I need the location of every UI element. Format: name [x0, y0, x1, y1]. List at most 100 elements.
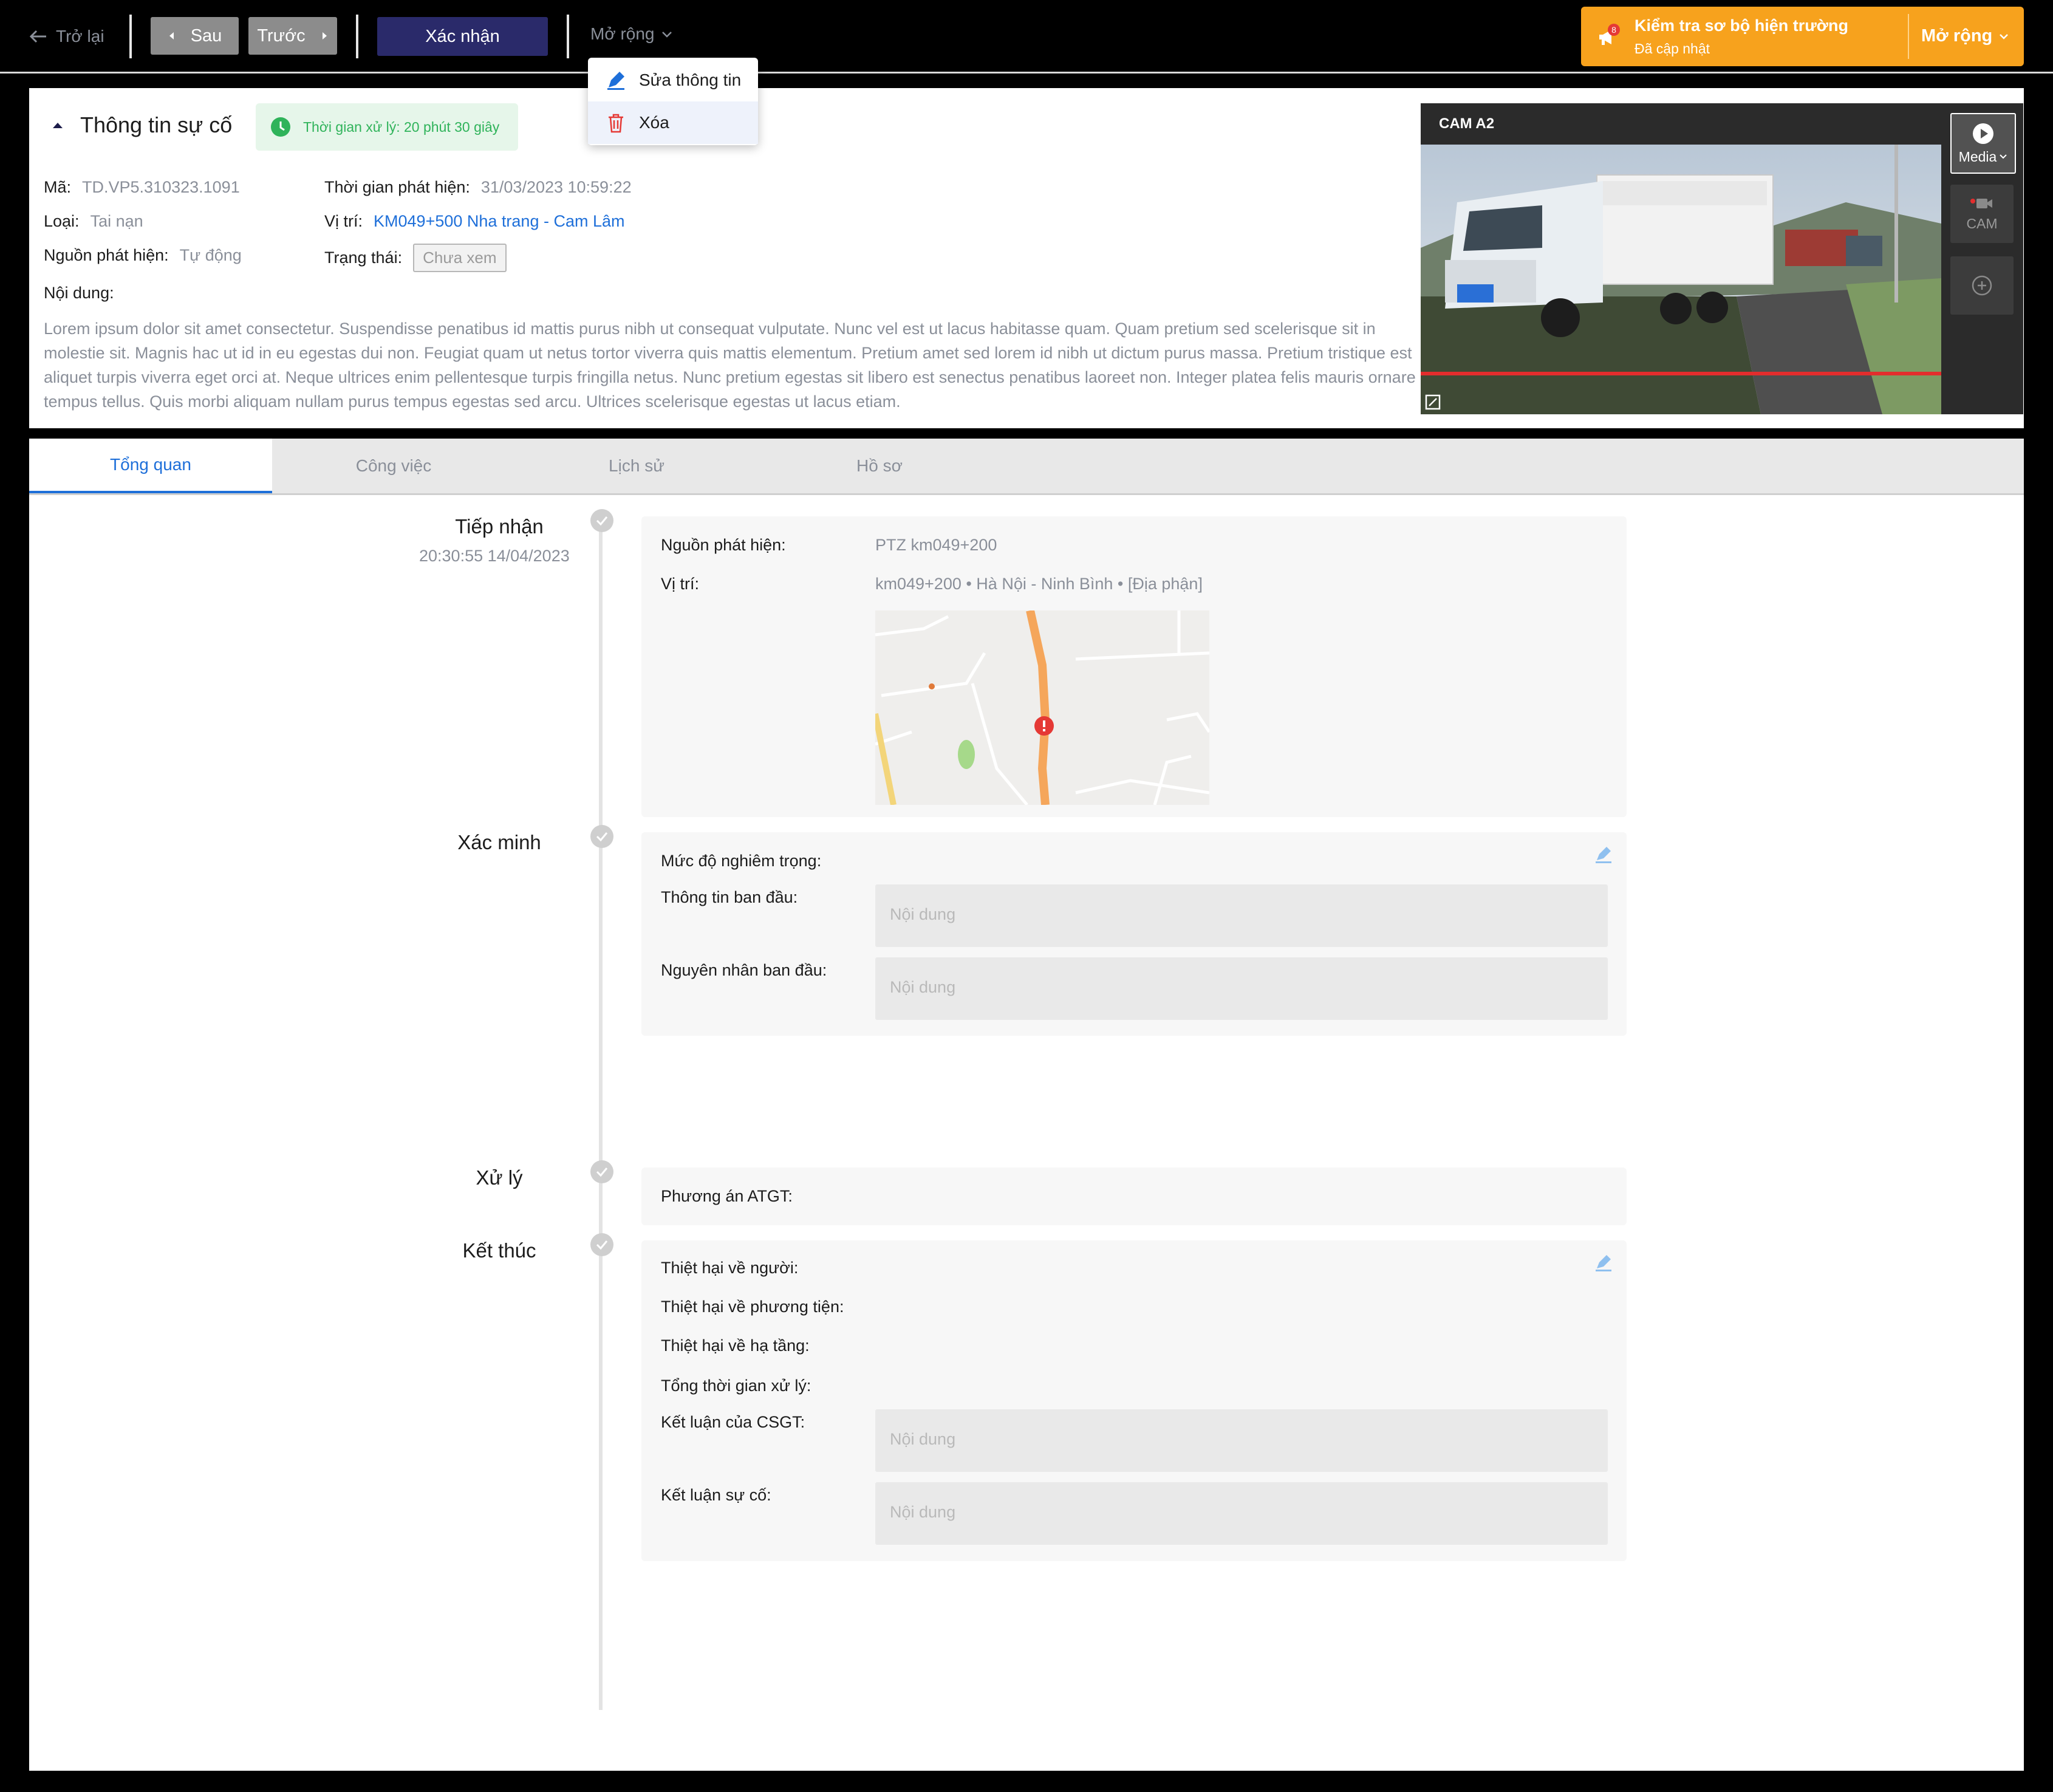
step-handle-title: Xử lý: [476, 1166, 523, 1189]
add-camera-button[interactable]: [1950, 256, 2014, 315]
notification-expand-button[interactable]: Mở rộng: [1921, 26, 2009, 46]
edit-pencil-icon[interactable]: [1593, 1253, 1614, 1273]
menu-item-edit[interactable]: Sửa thông tin: [588, 59, 758, 101]
clock-icon: [271, 117, 290, 137]
tab-tasks[interactable]: Công việc: [272, 439, 515, 493]
camera-sidebar: Media CAM: [1942, 103, 2023, 414]
caret-left-icon: [169, 32, 174, 39]
initial-info-label: Thông tin ban đầu:: [661, 888, 798, 906]
receive-location-value: km049+200 • Hà Nội - Ninh Bình • [Địa ph…: [875, 575, 1203, 593]
step-receive-time: 20:30:55 14/04/2023: [419, 547, 570, 565]
notification-banner[interactable]: 8 Kiểm tra sơ bộ hiện trường Đã cập nhật…: [1581, 7, 2024, 66]
menu-item-edit-label: Sửa thông tin: [639, 70, 742, 89]
incident-detected-time: Thời gian phát hiện: 31/03/2023 10:59:22: [324, 178, 632, 197]
toolbar-divider: [567, 15, 569, 58]
caret-up-icon[interactable]: [51, 120, 64, 130]
check-circle-icon: [590, 1160, 613, 1183]
expand-label: Mở rộng: [590, 24, 655, 43]
media-button[interactable]: Media: [1950, 113, 2016, 174]
notification-subtitle: Đã cập nhật: [1635, 41, 1710, 56]
confirm-button[interactable]: Xác nhận: [377, 17, 548, 56]
tab-records[interactable]: Hồ sơ: [758, 439, 1001, 493]
content-label: Nội dung:: [44, 284, 114, 302]
menu-item-delete-label: Xóa: [639, 113, 669, 132]
prev-label: Sau: [190, 26, 222, 46]
step-receive-title: Tiếp nhận: [455, 515, 544, 538]
incident-location: Vị trí: KM049+500 Nha trang - Cam Lâm: [324, 212, 624, 231]
detected-label: Thời gian phát hiện:: [324, 178, 470, 196]
incident-content-label: Nội dung:: [44, 284, 114, 303]
incident-type: Loại: Tai nạn: [44, 212, 143, 231]
verify-card: Mức độ nghiêm trọng: Thông tin ban đầu: …: [641, 832, 1627, 1036]
check-circle-icon: [590, 825, 613, 848]
notification-divider: [1908, 14, 1909, 59]
chevron-down-icon: [2000, 33, 2009, 39]
total-time-label: Tổng thời gian xử lý:: [661, 1376, 811, 1395]
vehicle-damage-label: Thiệt hại về phương tiện:: [661, 1298, 844, 1316]
incident-code: Mã: TD.VP5.310323.1091: [44, 178, 240, 197]
incident-conclusion-field[interactable]: Nội dung: [875, 1482, 1608, 1545]
timeline-line: [599, 516, 603, 1710]
camera-label: CAM A2: [1439, 115, 1495, 132]
notification-badge: 8: [1608, 24, 1620, 36]
trash-icon: [609, 114, 623, 133]
back-button[interactable]: Trở lại: [29, 22, 104, 51]
play-circle-icon: [1973, 123, 1993, 144]
initial-info-field[interactable]: Nội dung: [875, 884, 1608, 947]
type-label: Loại:: [44, 212, 80, 230]
check-circle-icon: [590, 1233, 613, 1256]
media-label: Media: [1958, 148, 1997, 165]
camera-panel: CAM A2 Media CAM: [1421, 103, 2023, 414]
notification-title: Kiểm tra sơ bộ hiện trường: [1635, 16, 1848, 35]
arrow-left-icon: [29, 30, 46, 43]
source-value: Tự động: [179, 246, 242, 264]
prev-button[interactable]: Sau: [151, 17, 239, 55]
chevron-down-icon: [2000, 154, 2007, 159]
initial-cause-label: Nguyên nhân ban đầu:: [661, 961, 827, 979]
tab-history[interactable]: Lịch sử: [515, 439, 758, 493]
receive-location-label: Vị trí:: [661, 575, 700, 593]
incident-description: Lorem ipsum dolor sit amet consectetur. …: [44, 320, 1416, 411]
csgt-conclusion-field[interactable]: Nội dung: [875, 1409, 1608, 1472]
csgt-conclusion-label: Kết luận của CSGT:: [661, 1413, 805, 1431]
plus-circle-icon: [1972, 275, 1992, 296]
status-label: Trạng thái:: [324, 248, 403, 267]
tab-bar: Tổng quan Công việc Lịch sử Hồ sơ: [29, 439, 2024, 495]
cam-label: CAM: [1966, 215, 1998, 231]
incident-header[interactable]: Thông tin sự cố: [51, 112, 232, 138]
code-value: TD.VP5.310323.1091: [82, 178, 240, 196]
edit-pencil-icon[interactable]: [1593, 844, 1614, 865]
tab-overview[interactable]: Tổng quan: [29, 439, 272, 493]
finish-card: Thiệt hại về người: Thiệt hại về phương …: [641, 1240, 1627, 1561]
menu-item-delete[interactable]: Xóa: [588, 101, 758, 144]
severity-label: Mức độ nghiêm trọng:: [661, 852, 822, 870]
map-graphic: [875, 610, 1209, 805]
video-camera-icon: [1970, 198, 1992, 208]
location-label: Vị trí:: [324, 212, 363, 230]
location-map[interactable]: [875, 610, 1209, 805]
step-verify-title: Xác minh: [457, 831, 541, 853]
source-label: Nguồn phát hiện:: [44, 246, 169, 264]
plan-label: Phương án ATGT:: [661, 1187, 793, 1205]
playback-progress[interactable]: [1421, 372, 1941, 375]
initial-cause-field[interactable]: Nội dung: [875, 957, 1608, 1020]
cam-button[interactable]: CAM: [1950, 185, 2014, 243]
caret-right-icon: [322, 32, 327, 39]
toolbar-divider: [356, 15, 358, 58]
expand-dropdown-menu: Sửa thông tin Xóa: [588, 58, 758, 145]
receive-source-label: Nguồn phát hiện:: [661, 536, 786, 554]
next-label: Trước: [257, 26, 306, 46]
receive-source-value: PTZ km049+200: [875, 536, 997, 554]
back-label: Trở lại: [56, 27, 104, 46]
incident-title: Thông tin sự cố: [80, 112, 233, 137]
detected-value: 31/03/2023 10:59:22: [480, 178, 632, 196]
type-value: Tai nạn: [90, 212, 143, 230]
check-circle-icon: [590, 509, 613, 532]
location-link[interactable]: KM049+500 Nha trang - Cam Lâm: [374, 212, 624, 231]
fullscreen-icon[interactable]: [1424, 394, 1441, 411]
chevron-down-icon: [661, 32, 672, 38]
next-button[interactable]: Trước: [248, 17, 337, 55]
status-badge: Chưa xem: [413, 244, 507, 272]
expand-menu-button[interactable]: Mở rộng: [590, 24, 673, 44]
human-damage-label: Thiệt hại về người:: [661, 1259, 799, 1277]
